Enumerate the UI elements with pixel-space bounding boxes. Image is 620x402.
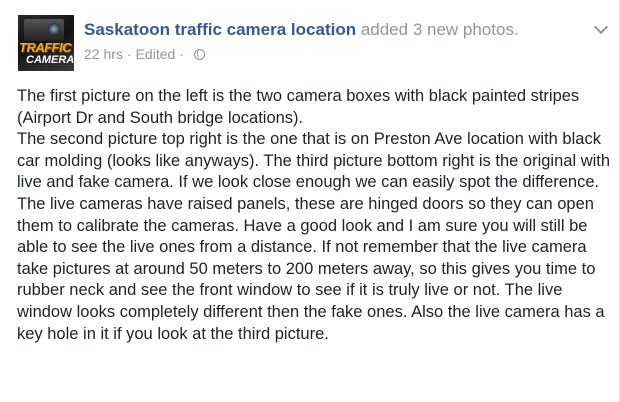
edited-label[interactable]: Edited [136,46,176,62]
post-paragraph-1: The first picture on the left is the two… [17,87,580,127]
post-card: TRAFFIC CAMERA Saskatoon traffic camera … [0,0,620,402]
post-meta: 22 hrs · Edited · [84,46,205,62]
chevron-down-icon[interactable] [593,19,609,35]
post-timestamp[interactable]: 22 hrs [84,46,123,62]
avatar-text-camera: CAMERA [26,54,74,66]
meta-separator: · [126,46,132,62]
globe-icon[interactable] [193,48,205,60]
author-name-link[interactable]: Saskatoon traffic camera location [84,20,356,39]
camera-lens-graphic [48,23,60,35]
post-action-text: added 3 new photos. [356,20,519,39]
avatar-text-traffic: TRAFFIC [19,40,72,55]
meta-separator-2: · [179,46,184,62]
page-avatar[interactable]: TRAFFIC CAMERA [18,15,74,71]
post-header: Saskatoon traffic camera location added … [84,20,519,40]
post-body: The first picture on the left is the two… [17,86,617,345]
post-paragraph-2: The second picture top right is the one … [17,130,611,343]
